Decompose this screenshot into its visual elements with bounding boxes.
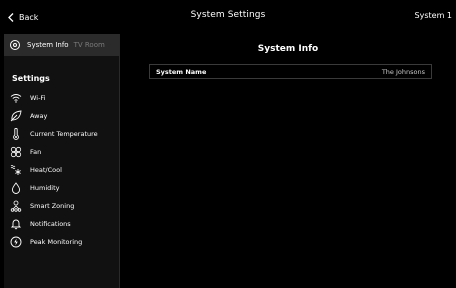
sidebar-item-label: Humidity	[30, 184, 60, 192]
sidebar-item-current-temperature[interactable]: Current Temperature	[10, 125, 120, 143]
fan-icon	[10, 146, 22, 158]
tab-tv-room[interactable]: TV Room	[74, 41, 105, 49]
sidebar-item-label: Smart Zoning	[30, 202, 75, 210]
sidebar-item-smart-zoning[interactable]: Smart Zoning	[10, 197, 120, 215]
sidebar: System Info TV Room Settings Wi-Fi Away …	[4, 34, 119, 288]
sidebar-item-notifications[interactable]: Notifications	[10, 215, 120, 233]
sidebar-item-label: Fan	[30, 148, 42, 156]
bell-icon	[10, 218, 22, 230]
sidebar-item-label: Wi-Fi	[30, 94, 46, 102]
sidebar-item-fan[interactable]: Fan	[10, 143, 120, 161]
thermometer-icon	[10, 128, 22, 140]
sidebar-item-label: Current Temperature	[30, 130, 98, 138]
system-tab-strip[interactable]: System Info TV Room	[4, 34, 119, 56]
lightning-icon	[10, 236, 22, 248]
sidebar-item-heat-cool[interactable]: Heat/Cool	[10, 161, 120, 179]
sidebar-item-label: Notifications	[30, 220, 71, 228]
system-name-value: The Johnsons	[381, 67, 425, 76]
tab-system-info[interactable]: System Info	[4, 40, 69, 50]
sidebar-item-humidity[interactable]: Humidity	[10, 179, 120, 197]
system-name-row[interactable]: System Name The Johnsons	[149, 64, 432, 79]
settings-heading: Settings	[12, 74, 50, 83]
section-title: System Info	[257, 44, 319, 54]
system-selector[interactable]: System 1	[415, 11, 452, 20]
sidebar-item-wifi[interactable]: Wi-Fi	[10, 89, 120, 107]
wifi-icon	[10, 92, 22, 104]
tab-system-info-label: System Info	[27, 41, 69, 49]
sidebar-item-away[interactable]: Away	[10, 107, 120, 125]
heat-cool-icon	[10, 164, 22, 176]
droplet-icon	[10, 182, 22, 194]
page-title: System Settings	[190, 10, 266, 20]
sidebar-item-label: Away	[30, 112, 48, 120]
sidebar-divider	[119, 34, 120, 288]
target-icon	[10, 40, 20, 50]
system-name-label: System Name	[156, 67, 207, 76]
leaf-icon	[10, 110, 22, 122]
sidebar-item-label: Peak Monitoring	[30, 238, 83, 246]
zoning-icon	[10, 200, 22, 212]
sidebar-item-peak-monitoring[interactable]: Peak Monitoring	[10, 233, 120, 251]
top-bar: Back System Settings System 1	[0, 0, 456, 34]
settings-menu: Wi-Fi Away Current Temperature Fan Heat/…	[10, 89, 120, 251]
sidebar-item-label: Heat/Cool	[30, 166, 62, 174]
